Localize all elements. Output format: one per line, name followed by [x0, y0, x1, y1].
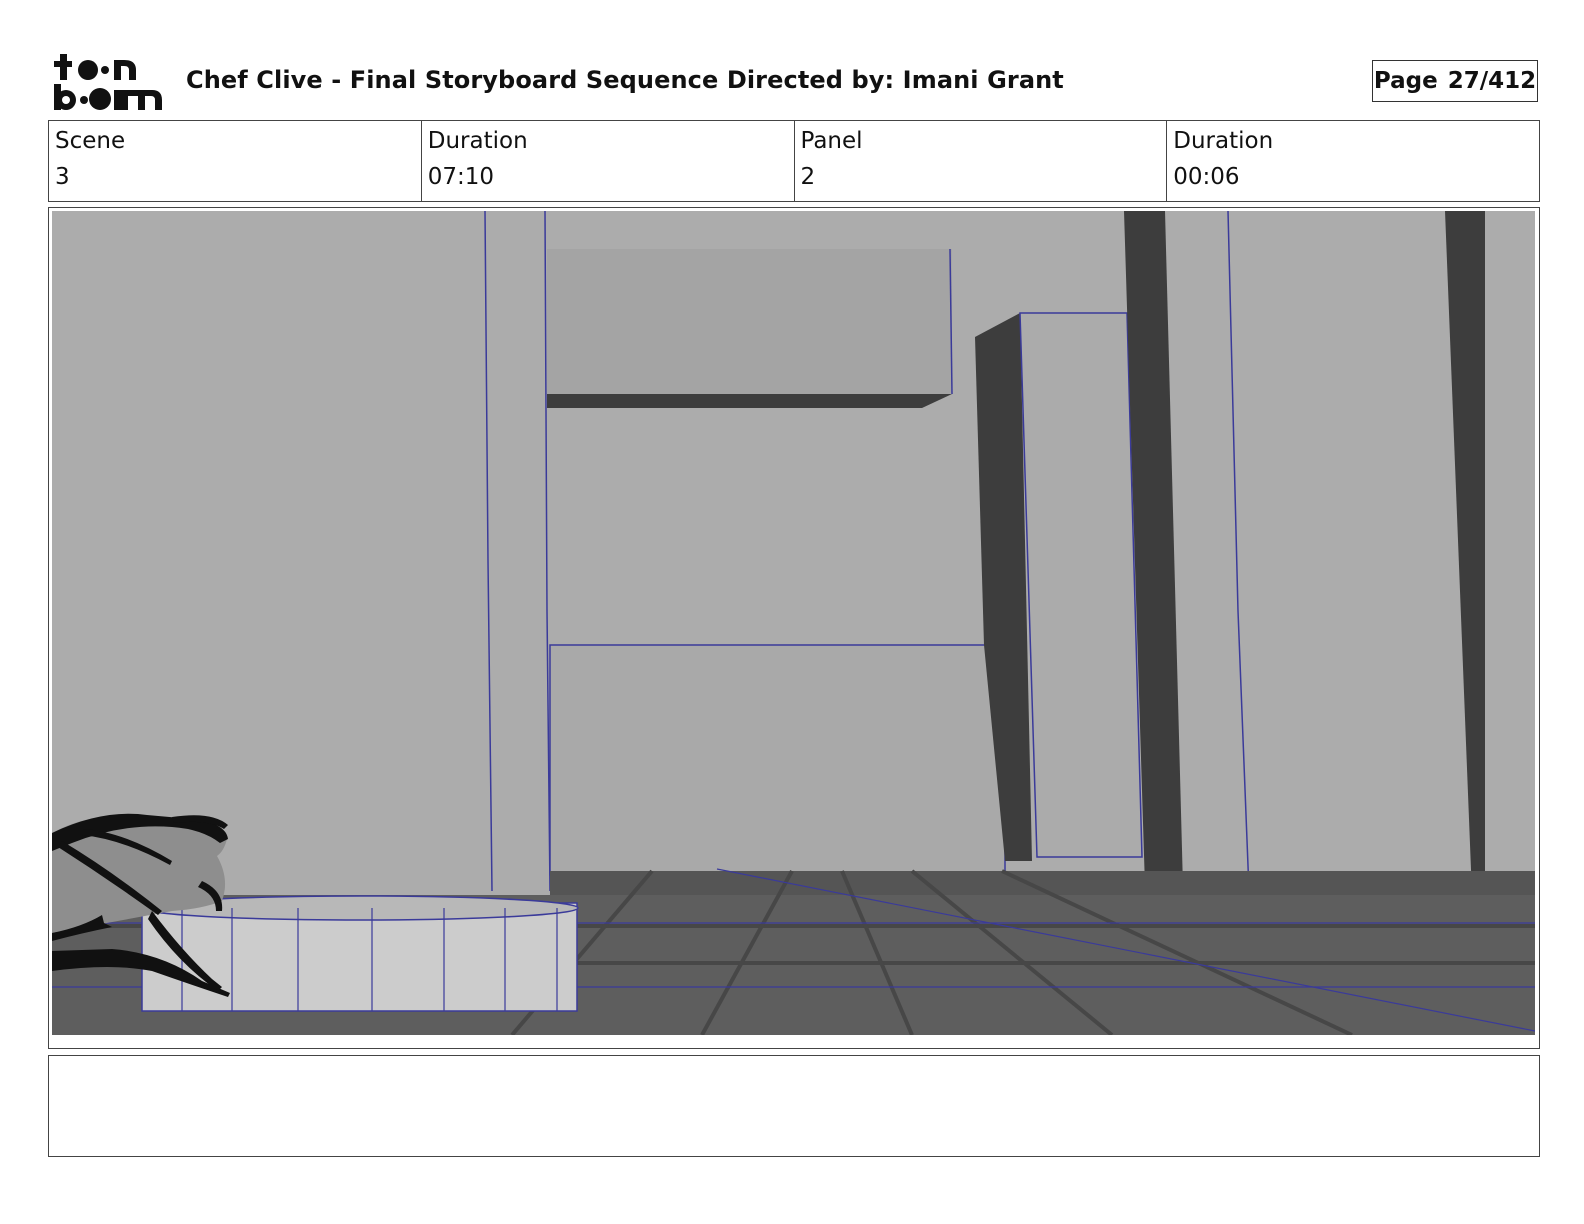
- panel-duration-label: Duration: [1173, 128, 1274, 154]
- panel-notes: [48, 1055, 1540, 1157]
- scene-info-table: Scene 3 Duration 07:10 Panel 2 Duration …: [48, 120, 1540, 202]
- panel-value: 2: [800, 164, 816, 190]
- scene-duration-value: 07:10: [427, 164, 495, 190]
- panel-drawing: [52, 211, 1535, 1035]
- upper-cabinet: [547, 249, 952, 394]
- document-title: Chef Clive - Final Storyboard Sequence D…: [186, 66, 1064, 94]
- scene-cell: Scene 3: [49, 121, 422, 201]
- scene-label: Scene: [55, 128, 126, 154]
- counter-front: [549, 644, 1006, 876]
- storyboard-panel: [48, 207, 1540, 1049]
- cooking-pot: [141, 895, 579, 1012]
- scene-duration-cell: Duration 07:10: [422, 121, 795, 201]
- toon-boom-logo: [52, 50, 164, 112]
- scene-value: 3: [55, 164, 70, 190]
- cabinet-shadow: [547, 394, 952, 408]
- panel-duration-cell: Duration 00:06: [1167, 121, 1539, 201]
- panel-cell: Panel 2: [795, 121, 1168, 201]
- panel-duration-value: 00:06: [1173, 164, 1240, 190]
- panel-label: Panel: [800, 128, 863, 154]
- page-indicator: Page 27/412: [1372, 60, 1538, 102]
- page-label: Page: [1373, 68, 1438, 94]
- scene-duration-label: Duration: [427, 128, 528, 154]
- page-number: 27/412: [1447, 68, 1537, 94]
- fridge-front: [1019, 312, 1143, 858]
